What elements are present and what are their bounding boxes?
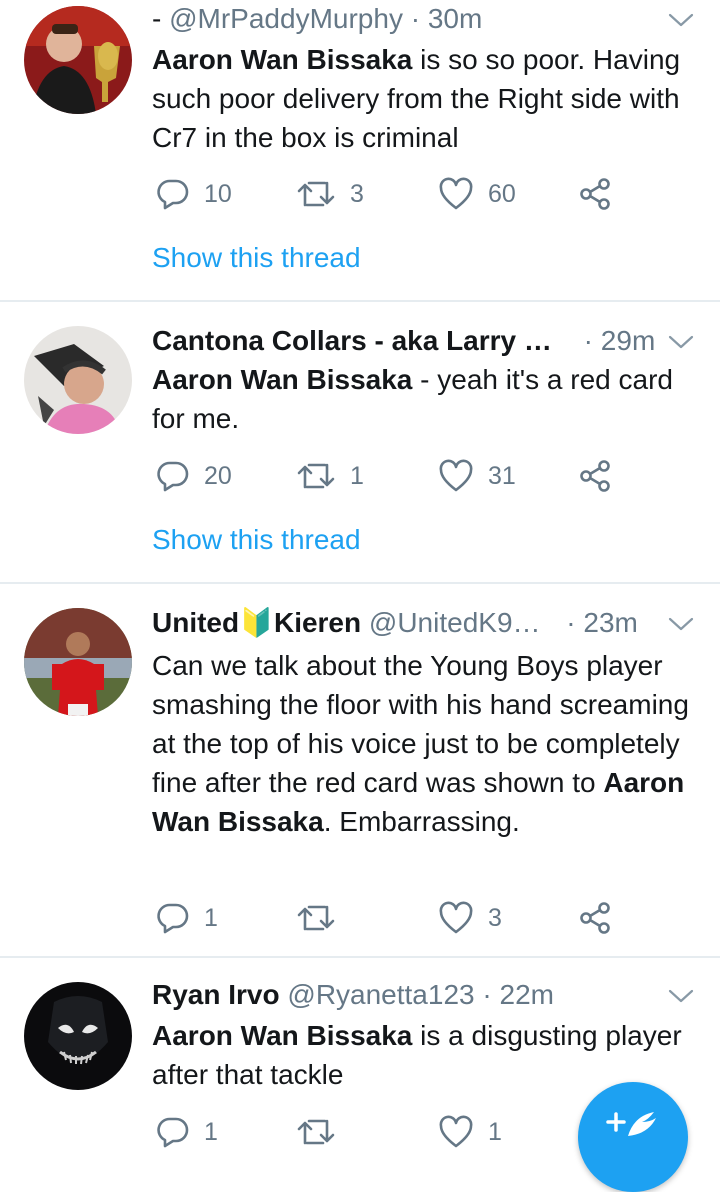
tweet-handle[interactable]: @MrPaddyMurphy [169, 3, 403, 34]
retweet-icon [297, 905, 335, 931]
retweet-button[interactable]: 3 [296, 174, 364, 214]
tweet-text-mention[interactable]: Aaron Wan Bissaka [152, 1020, 412, 1051]
avatar[interactable] [24, 608, 132, 716]
tweet[interactable]: - @MrPaddyMurphy · 30m Aaron Wan Bissaka… [0, 0, 720, 302]
reply-icon [157, 461, 189, 492]
like-button[interactable]: 3 [438, 898, 502, 938]
tweet-text-mention[interactable]: Aaron Wan Bissaka [152, 44, 412, 75]
retweet-icon [297, 1119, 335, 1145]
reply-button[interactable]: 20 [156, 456, 232, 496]
reply-button[interactable]: 1 [156, 898, 218, 938]
avatar[interactable] [24, 326, 132, 434]
retweet-icon [297, 181, 335, 207]
tweet-time[interactable]: 23m [583, 607, 637, 638]
heart-icon [439, 1115, 473, 1148]
tweet-author-name[interactable]: Ryan Irvo [152, 979, 280, 1010]
tweet-time[interactable]: 22m [500, 979, 554, 1010]
show-thread-link[interactable]: Show this thread [152, 524, 361, 556]
reply-button[interactable]: 10 [156, 174, 232, 214]
tweet-text: Can we talk about the Young Boys player … [152, 646, 702, 841]
tweet-separator: · [474, 979, 500, 1010]
share-button[interactable] [578, 456, 612, 496]
compose-tweet-icon [606, 1112, 656, 1136]
tweet-actions: 1 1 [152, 1112, 632, 1152]
avatar[interactable] [24, 982, 132, 1090]
chevron-down-icon[interactable] [668, 12, 694, 28]
tweet[interactable]: Cantona Collars - aka Larry … · 29m Aaro… [0, 302, 720, 584]
show-thread-link[interactable]: Show this thread [152, 242, 361, 274]
tweet-actions: 10 3 60 [152, 174, 632, 214]
share-icon [580, 178, 610, 210]
tweet-text-mention[interactable]: Aaron Wan Bissaka [152, 364, 412, 395]
compose-tweet-button[interactable] [578, 1082, 688, 1192]
retweet-icon [297, 463, 335, 489]
tweet-text: Aaron Wan Bissaka - yeah it's a red card… [152, 360, 702, 438]
like-button[interactable]: 1 [438, 1112, 502, 1152]
tweet-header: Ryan Irvo @Ryanetta123 · 22m [152, 976, 690, 1014]
tweet-time[interactable]: 29m [601, 325, 655, 356]
chevron-down-icon[interactable] [668, 616, 694, 632]
tweet-header: Cantona Collars - aka Larry … · 29m [152, 322, 690, 360]
like-count: 1 [488, 1117, 502, 1146]
heart-icon [439, 177, 473, 210]
avatar[interactable] [24, 6, 132, 114]
chevron-down-icon[interactable] [668, 988, 694, 1004]
heart-icon [439, 901, 473, 934]
tweet-prefix: - [152, 3, 170, 34]
reply-count: 10 [204, 179, 232, 208]
tweet-header: United🔰Kieren @UnitedK9… · 23m [152, 604, 690, 642]
reply-count: 20 [204, 461, 232, 490]
heart-icon [439, 459, 473, 492]
like-count: 3 [488, 903, 502, 932]
tweet-header: - @MrPaddyMurphy · 30m [152, 0, 690, 38]
reply-icon [157, 179, 189, 210]
chevron-down-icon[interactable] [668, 334, 694, 350]
tweet-separator: · [575, 325, 601, 356]
retweet-button[interactable]: 1 [296, 456, 364, 496]
like-button[interactable]: 60 [438, 174, 516, 214]
retweet-count: 1 [350, 461, 364, 490]
share-icon [580, 902, 610, 934]
tweet-separator: · [402, 3, 428, 34]
tweet[interactable]: United🔰Kieren @UnitedK9… · 23m Can we ta… [0, 584, 720, 958]
like-button[interactable]: 31 [438, 456, 516, 496]
tweet-actions: 20 1 31 [152, 456, 632, 496]
tweet-author-name[interactable]: Cantona Collars - aka Larry … [152, 325, 552, 356]
like-count: 60 [488, 179, 516, 208]
tweet-handle[interactable]: @Ryanetta123 [280, 979, 474, 1010]
reply-count: 1 [204, 1117, 218, 1146]
reply-button[interactable]: 1 [156, 1112, 218, 1152]
tweet-handle[interactable]: @UnitedK9… [361, 607, 541, 638]
retweet-button[interactable] [296, 898, 350, 938]
tweet-text-body: . Embarrassing. [323, 806, 520, 837]
tweet-separator: · [558, 607, 584, 638]
reply-icon [157, 1117, 189, 1148]
retweet-count: 3 [350, 179, 364, 208]
share-icon [580, 460, 610, 492]
retweet-button[interactable] [296, 1112, 350, 1152]
reply-icon [157, 903, 189, 934]
tweet-text: Aaron Wan Bissaka is so so poor. Having … [152, 40, 702, 157]
tweet-author-name[interactable]: United🔰Kieren [152, 607, 361, 638]
tweet-time[interactable]: 30m [428, 3, 482, 34]
share-button[interactable] [578, 898, 612, 938]
share-button[interactable] [578, 174, 612, 214]
reply-count: 1 [204, 903, 218, 932]
tweet-actions: 1 3 [152, 898, 632, 938]
like-count: 31 [488, 461, 516, 490]
